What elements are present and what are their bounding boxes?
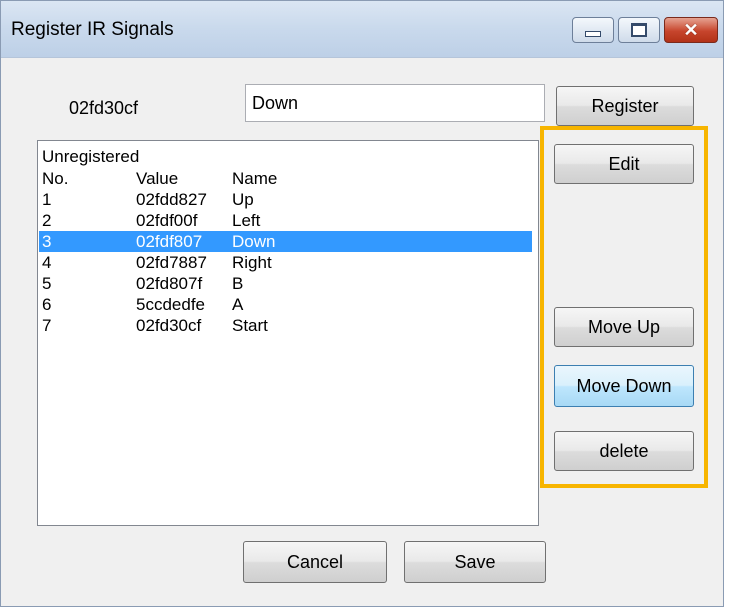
- list-item-name: Down: [232, 232, 276, 251]
- list-item[interactable]: 1 02fdd827 Up: [39, 189, 537, 210]
- signal-name-input[interactable]: [245, 84, 545, 122]
- list-item[interactable]: 3 02fdf807 Down: [39, 231, 532, 252]
- list-item[interactable]: 5 02fd807f B: [39, 273, 537, 294]
- list-item-value: 02fd7887: [136, 253, 207, 272]
- list-item-name: Up: [232, 190, 254, 209]
- delete-button[interactable]: delete: [554, 431, 694, 471]
- list-item-no: 7: [42, 316, 52, 335]
- list-item-value: 02fd30cf: [136, 316, 202, 335]
- dialog-window: Register IR Signals ✕ 02fd30cf Register …: [0, 0, 724, 607]
- save-button[interactable]: Save: [404, 541, 546, 583]
- dialog-body: 02fd30cf Register Unregistered No.ValueN…: [9, 58, 715, 600]
- list-item-value: 02fdf807: [136, 232, 203, 251]
- column-header-name: Name: [232, 169, 278, 188]
- minimize-button[interactable]: [572, 17, 614, 43]
- window-title: Register IR Signals: [11, 19, 174, 40]
- list-item-no: 4: [42, 253, 52, 272]
- list-item-value: 02fd807f: [136, 274, 203, 293]
- close-icon: ✕: [683, 20, 699, 40]
- register-button[interactable]: Register: [556, 86, 694, 126]
- cancel-button[interactable]: Cancel: [243, 541, 387, 583]
- list-item-no: 6: [42, 295, 52, 314]
- move-down-button[interactable]: Move Down: [554, 365, 694, 407]
- list-item-value: 02fdf00f: [136, 211, 198, 230]
- maximize-icon: [631, 23, 647, 37]
- list-item-no: 2: [42, 211, 52, 230]
- list-item-name: B: [232, 274, 244, 293]
- list-item-value: 02fdd827: [136, 190, 207, 209]
- list-item-no: 3: [42, 232, 52, 251]
- title-bar[interactable]: Register IR Signals ✕: [1, 1, 723, 58]
- minimize-icon: [585, 31, 601, 37]
- list-item-value: 5ccdedfe: [136, 295, 205, 314]
- list-item-name: Left: [232, 211, 261, 230]
- list-item-name: Right: [232, 253, 272, 272]
- list-item-no: 5: [42, 274, 52, 293]
- list-item[interactable]: 7 02fd30cf Start: [39, 315, 537, 336]
- list-header: Unregistered: [42, 147, 140, 166]
- list-item[interactable]: 2 02fdf00f Left: [39, 210, 537, 231]
- column-header-row: No. Value Name: [39, 168, 537, 189]
- maximize-button[interactable]: [618, 17, 660, 43]
- edit-button[interactable]: Edit: [554, 144, 694, 184]
- list-item-no: 1: [42, 190, 52, 209]
- list-item-name: Start: [232, 316, 268, 335]
- list-item[interactable]: 4 02fd7887 Right: [39, 252, 537, 273]
- list-item-name: A: [232, 295, 244, 314]
- signal-code-label: 02fd30cf: [69, 98, 139, 118]
- list-item[interactable]: 6 5ccdedfe A: [39, 294, 537, 315]
- close-button[interactable]: ✕: [664, 17, 718, 43]
- column-header-no: No.: [42, 169, 69, 188]
- column-header-value: Value: [136, 169, 179, 188]
- signal-list[interactable]: Unregistered No. Value Name 1 02fdd827 Up 2 02f…: [37, 140, 539, 526]
- move-up-button[interactable]: Move Up: [554, 307, 694, 347]
